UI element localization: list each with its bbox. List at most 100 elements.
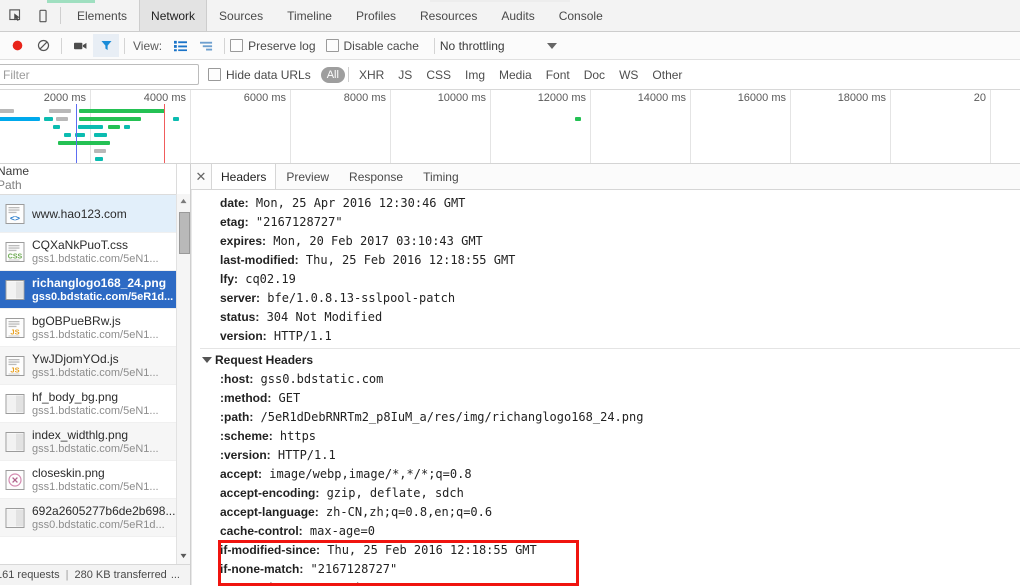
filter-type-label: CSS (426, 67, 451, 82)
request-row[interactable]: CSS CQXaNkPuoT.css gss1.bdstatic.com/5eN1.… (0, 233, 190, 271)
tab-console[interactable]: Console (547, 0, 615, 31)
request-row[interactable]: closeskin.png gss1.bdstatic.com/5eN1... (0, 461, 190, 499)
request-path: gss1.bdstatic.com/5eN1... (32, 366, 159, 379)
control-divider-3 (224, 37, 226, 54)
checkbox-box[interactable] (208, 68, 221, 81)
detail-tab-timing[interactable]: Timing (413, 164, 469, 189)
scrollbar-thumb[interactable] (179, 212, 190, 254)
filter-type-media[interactable]: Media (492, 67, 539, 83)
filter-type-ws[interactable]: WS (612, 67, 645, 83)
detail-tab-response[interactable]: Response (339, 164, 413, 189)
request-headers-section-title[interactable]: Request Headers (200, 348, 1020, 370)
request-row[interactable]: <> www.hao123.com (0, 195, 190, 233)
request-row-text: richanglogo168_24.png gss0.bdstatic.com/5… (28, 276, 190, 304)
overview-request-bar (94, 149, 106, 153)
filter-type-font[interactable]: Font (539, 67, 577, 83)
overview-request-bar (173, 117, 179, 121)
overview-request-bar (44, 117, 53, 121)
tab-sources[interactable]: Sources (207, 0, 275, 31)
filter-divider (347, 67, 349, 82)
request-list-column-header[interactable]: Name Path (0, 164, 190, 195)
request-row[interactable]: JS bgOBPueBRw.js gss1.bdstatic.com/5eN1... (0, 309, 190, 347)
request-name: hf_body_bg.png (32, 389, 119, 404)
scroll-down-arrow-icon[interactable] (177, 549, 190, 563)
headers-content[interactable]: date: Mon, 25 Apr 2016 12:30:46 GMT etag:… (191, 190, 1020, 585)
waterfall-view-icon[interactable] (193, 34, 219, 57)
tab-timeline[interactable]: Timeline (275, 0, 344, 31)
filter-type-other[interactable]: Other (645, 67, 689, 83)
page-progress-accent (47, 0, 95, 3)
throttling-dropdown[interactable]: No throttling (440, 39, 557, 53)
filter-type-css[interactable]: CSS (419, 67, 458, 83)
triangle-down-icon[interactable] (202, 357, 212, 363)
clear-no-entry-icon[interactable] (30, 34, 56, 57)
filter-type-xhr[interactable]: XHR (352, 67, 391, 83)
checkbox-box[interactable] (230, 39, 244, 52)
scroll-up-arrow-icon[interactable] (177, 194, 190, 208)
status-transferred: 280 KB transferred (74, 569, 167, 581)
request-row[interactable]: richanglogo168_24.png gss0.bdstatic.com/5… (0, 271, 190, 309)
tab-elements[interactable]: Elements (65, 0, 139, 31)
request-row[interactable]: JS YwJDjomYOd.js gss1.bdstatic.com/5eN1... (0, 347, 190, 385)
filter-input[interactable] (0, 64, 199, 85)
request-row-text: hf_body_bg.png gss1.bdstatic.com/5eN1... (28, 390, 190, 418)
detail-tab-preview[interactable]: Preview (276, 164, 339, 189)
inspect-cursor-icon[interactable] (2, 0, 29, 31)
network-filter-bar: Hide data URLs All XHR JS CSS Img Media … (0, 60, 1020, 90)
filter-type-js[interactable]: JS (391, 67, 419, 83)
header-key: accept-encoding: (220, 486, 320, 500)
preserve-log-checkbox[interactable]: Preserve log (230, 39, 316, 53)
funnel-filter-icon[interactable] (93, 34, 119, 57)
close-icon[interactable]: ✕ (191, 164, 211, 189)
tabbar-divider (60, 7, 61, 24)
column-header-divider (176, 164, 177, 194)
disable-cache-checkbox[interactable]: Disable cache (325, 39, 419, 53)
filter-type-all[interactable]: All (320, 66, 345, 83)
network-control-bar: View: Preserve log Disable cache No thro… (0, 32, 1020, 60)
overview-request-bar (49, 109, 71, 113)
request-path: gss1.bdstatic.com/5eN1... (32, 404, 159, 417)
detail-tab-label: Preview (286, 169, 330, 184)
request-row-text: YwJDjomYOd.js gss1.bdstatic.com/5eN1... (28, 352, 190, 380)
header-value: "2167128727" (303, 562, 398, 576)
header-line: status: 304 Not Modified (200, 308, 1020, 327)
detail-tab-label: Headers (221, 169, 267, 184)
camera-filmstrip-icon[interactable] (67, 34, 93, 57)
filter-type-label: XHR (358, 67, 385, 82)
header-line: last-modified: Thu, 25 Feb 2016 12:18:55… (200, 251, 1020, 270)
header-value: gss0.bdstatic.com (253, 372, 384, 386)
image-thumb-icon (2, 429, 28, 455)
request-row[interactable]: 692a2605277b6de2b698... gss0.bdstatic.com… (0, 499, 190, 537)
tab-profiles[interactable]: Profiles (344, 0, 408, 31)
request-row[interactable]: hf_body_bg.png gss1.bdstatic.com/5eN1... (0, 385, 190, 423)
request-list[interactable]: <> www.hao123.com CSS CQXaNkPuoT.css gss1.bd… (0, 195, 190, 585)
detail-tab-headers[interactable]: Headers (211, 164, 277, 189)
header-line: :method: GET (200, 389, 1020, 408)
chevron-down-icon[interactable] (546, 42, 557, 49)
checkbox-box[interactable] (325, 39, 339, 52)
list-view-icon[interactable] (167, 34, 193, 57)
request-row-text: CQXaNkPuoT.css gss1.bdstatic.com/5eN1... (28, 238, 190, 266)
request-path: gss1.bdstatic.com/5eN1... (32, 480, 159, 493)
header-key: lfy: (220, 272, 238, 286)
device-toggle-icon[interactable] (29, 0, 56, 31)
filter-type-img[interactable]: Img (458, 67, 492, 83)
tabbar-filler (430, 0, 570, 2)
header-line: accept-language: zh-CN,zh;q=0.8,en;q=0.6 (200, 503, 1020, 522)
request-list-scrollbar[interactable] (176, 194, 190, 585)
overview-gridline (990, 90, 991, 163)
tab-resources[interactable]: Resources (408, 0, 489, 31)
column-header-path: Path (0, 178, 22, 192)
filter-type-doc[interactable]: Doc (577, 67, 612, 83)
tab-audits[interactable]: Audits (489, 0, 546, 31)
throttling-value: No throttling (439, 38, 505, 53)
header-key: status: (220, 310, 260, 324)
network-overview-waterfall[interactable]: 2000 ms 4000 ms 6000 ms 8000 ms 10000 ms 1200… (0, 90, 1020, 164)
hide-data-urls-checkbox[interactable]: Hide data URLs (208, 68, 311, 82)
status-ellipsis: ... (170, 569, 180, 581)
tab-label: Timeline (287, 8, 332, 23)
header-value: Mon, 25 Apr 2016 12:30:46 GMT (248, 196, 466, 210)
request-row[interactable]: index_widthlg.png gss1.bdstatic.com/5eN1.… (0, 423, 190, 461)
tab-network[interactable]: Network (139, 0, 208, 31)
record-red-circle-icon[interactable] (4, 34, 30, 57)
